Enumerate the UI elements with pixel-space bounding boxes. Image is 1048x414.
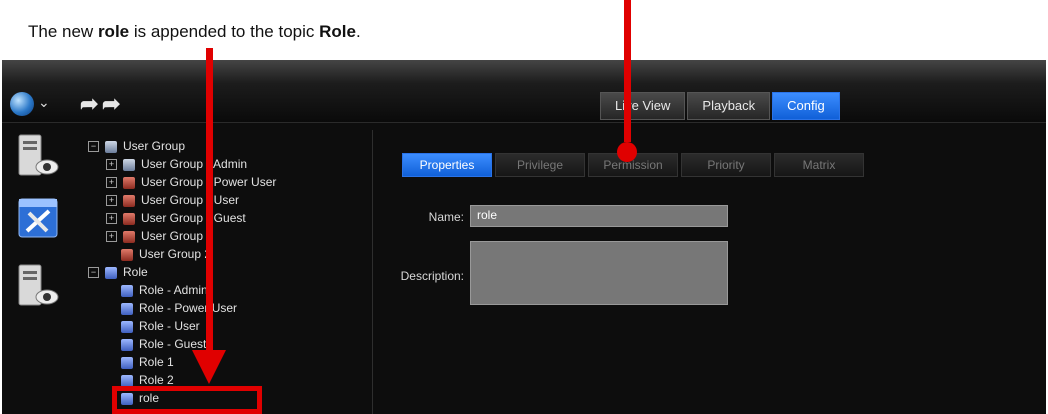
tree-item-label: User Group: [123, 139, 186, 153]
mode-live-view[interactable]: Live View: [600, 92, 686, 120]
user-group-icon: [121, 248, 133, 261]
caption-bold-role: role: [97, 22, 130, 41]
caption-part: The new: [28, 22, 98, 41]
properties-panel: Properties Privilege Permission Priority…: [374, 123, 1046, 414]
tree-item-label: User Group 2: [139, 247, 212, 261]
tree-item-label: Role - Power User: [139, 301, 238, 315]
forward-arrow-icon-2[interactable]: ➦: [102, 91, 120, 117]
role-icon: [121, 320, 133, 333]
collapse-icon[interactable]: −: [88, 141, 99, 153]
mode-config[interactable]: Config: [772, 92, 840, 120]
annotation-arrow-shaft: [206, 48, 213, 354]
tree-item-label: User Group - Guest: [141, 211, 246, 225]
caption-part: is appended to the topic: [129, 22, 320, 41]
tree-item-role-1[interactable]: Role 1: [121, 354, 174, 371]
tree-item-label: Role - Guest: [139, 337, 207, 351]
globe-icon[interactable]: [10, 92, 34, 116]
role-icon: [121, 302, 133, 315]
caption-part: .: [355, 22, 361, 41]
role-icon: [121, 356, 133, 369]
annotation-arrowhead: [192, 350, 226, 384]
tree-item-label: User Group 1: [141, 229, 214, 243]
tree-item-user-group-admin[interactable]: + User Group - Admin: [106, 156, 247, 173]
tree-item-label: Role - Admin: [139, 283, 208, 297]
expand-icon[interactable]: +: [106, 159, 117, 171]
tree-item-user-group-user[interactable]: + User Group - User: [106, 192, 239, 209]
tree-item-user-group-2[interactable]: User Group 2: [121, 246, 211, 263]
tree-item-role-user[interactable]: Role - User: [121, 318, 200, 335]
user-group-icon: [123, 230, 135, 243]
module-icon-column: [2, 123, 74, 414]
tree-item-role-power-user[interactable]: Role - Power User: [121, 300, 237, 317]
annotation-dot: [617, 142, 637, 162]
tree-item-label: Role 2: [139, 373, 174, 387]
tab-properties[interactable]: Properties: [402, 153, 492, 177]
description-field[interactable]: [470, 241, 728, 305]
forward-arrow-icon[interactable]: ➦: [80, 91, 98, 117]
tree-item-user-group[interactable]: − User Group: [88, 138, 185, 155]
mode-switcher: Live View Playback Config: [600, 92, 842, 120]
tab-matrix[interactable]: Matrix: [774, 153, 864, 177]
role-icon: [121, 284, 133, 297]
app-window: ⌄ ➦ ➦ Live View Playback Config − User G…: [2, 60, 1046, 414]
tree-item-label: Role - User: [139, 319, 200, 333]
chevron-down-icon[interactable]: ⌄: [38, 94, 50, 111]
settings-tools-icon[interactable]: [17, 195, 59, 243]
server-camera-icon-2[interactable]: [17, 263, 59, 311]
user-group-icon: [123, 212, 135, 225]
role-icon: [121, 338, 133, 351]
title-bar: [2, 60, 1046, 84]
tab-privilege[interactable]: Privilege: [495, 153, 585, 177]
tab-priority[interactable]: Priority: [681, 153, 771, 177]
expand-icon[interactable]: +: [106, 231, 117, 243]
mode-playback[interactable]: Playback: [687, 92, 771, 120]
tree-item-role-admin[interactable]: Role - Admin: [121, 282, 208, 299]
expand-icon[interactable]: +: [106, 213, 117, 225]
tree-item-label: User Group - Admin: [141, 157, 248, 171]
tree-item-user-group-guest[interactable]: + User Group - Guest: [106, 210, 246, 227]
description-label: Description:: [400, 269, 464, 283]
caption-text: The new role is appended to the topic Ro…: [28, 22, 361, 42]
tree-item-label: Role 1: [139, 355, 174, 369]
toolbar: ⌄ ➦ ➦ Live View Playback Config: [2, 84, 1046, 123]
new-role-highlight: [112, 386, 262, 414]
collapse-icon[interactable]: −: [88, 267, 99, 279]
server-camera-icon[interactable]: [17, 133, 59, 181]
tree-item-user-group-1[interactable]: + User Group 1: [106, 228, 213, 245]
expand-icon[interactable]: +: [106, 195, 117, 207]
tree-item-label: Role: [123, 265, 148, 279]
tree-item-user-group-power-user[interactable]: +User Group - Power User: [106, 174, 276, 191]
tree-item-role[interactable]: − Role: [88, 264, 148, 281]
user-group-icon: [105, 140, 117, 153]
expand-icon[interactable]: +: [106, 177, 117, 189]
name-label: Name:: [428, 210, 464, 224]
annotation-arrow-shaft-2: [624, 0, 631, 142]
tree-item-label: User Group - User: [141, 193, 240, 207]
user-group-icon: [123, 194, 135, 207]
caption-bold-topic: Role: [319, 22, 356, 41]
role-icon: [105, 266, 117, 279]
user-group-icon: [123, 176, 135, 189]
name-field[interactable]: role: [470, 205, 728, 227]
user-group-icon: [123, 158, 135, 171]
